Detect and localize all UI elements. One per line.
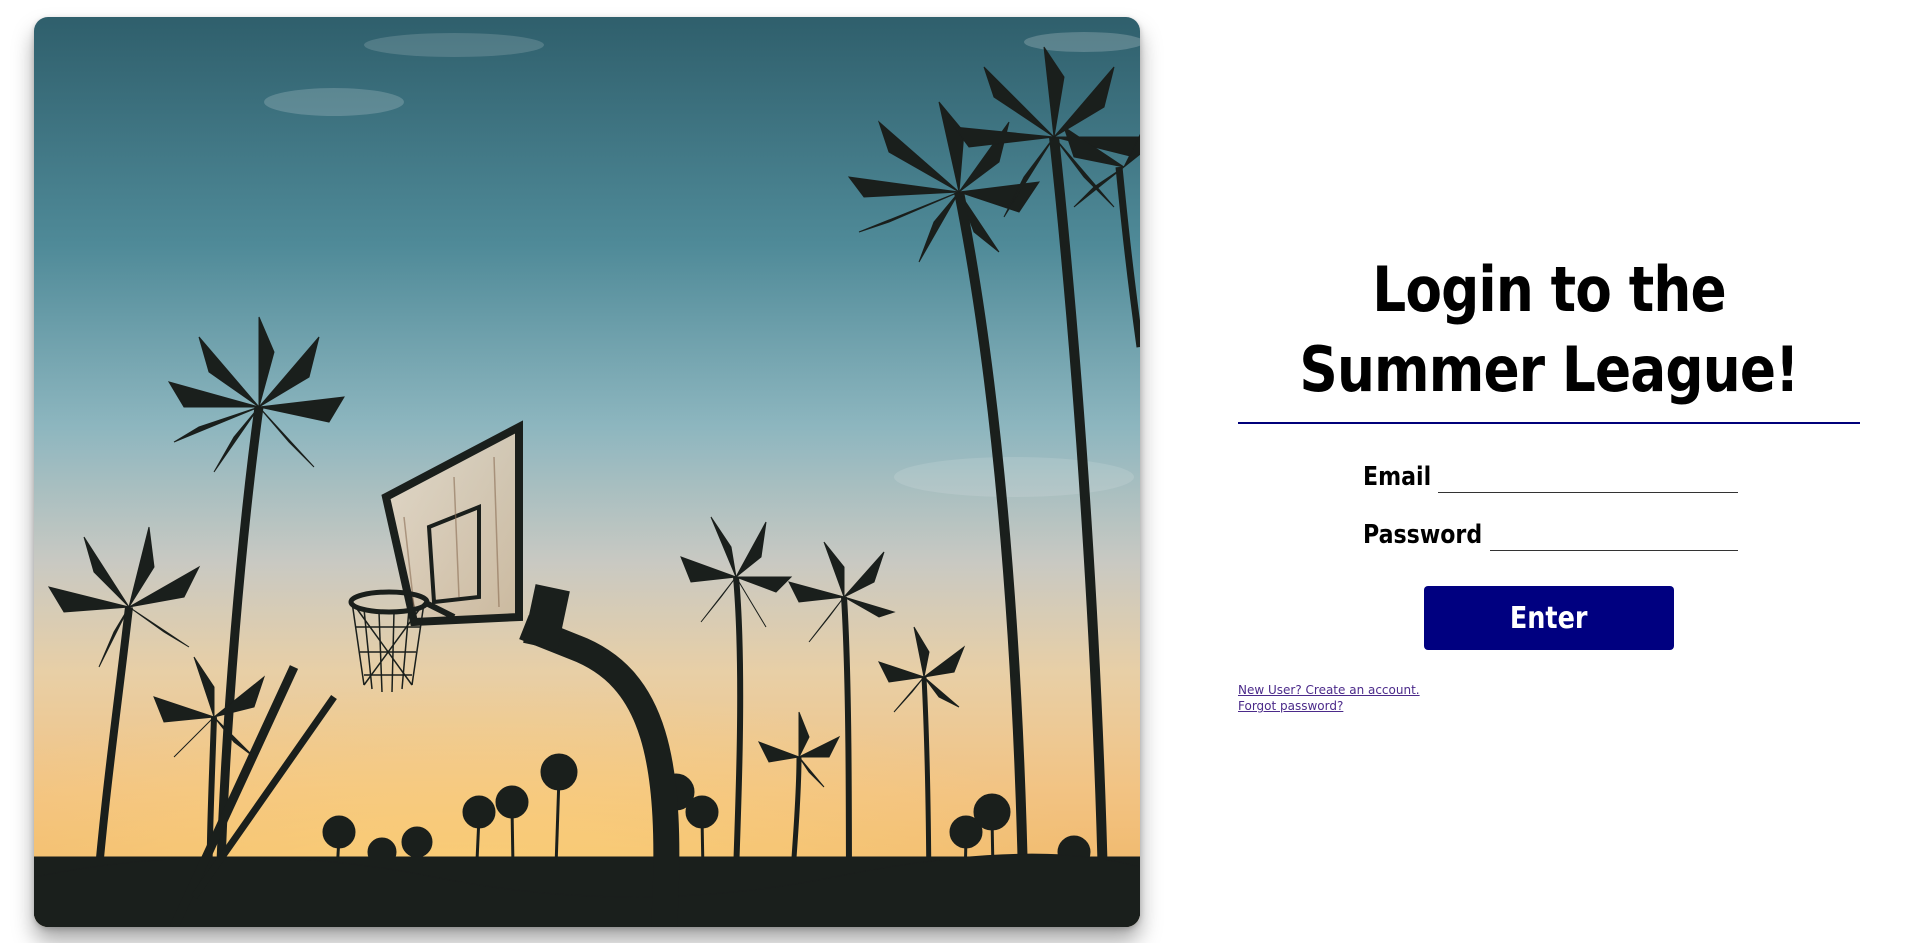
forgot-password-link[interactable]: Forgot password? [1238,698,1343,714]
password-label: Password [1363,520,1483,550]
password-field[interactable] [1490,522,1738,551]
title-divider [1238,422,1860,424]
login-page: Login to the Summer League! Email Passwo… [0,0,1916,943]
email-row: Email [1238,458,1860,500]
enter-button[interactable]: Enter [1424,586,1674,650]
account-links: New User? Create an account. Forgot pass… [1238,682,1860,714]
basketball-sunset-image [34,17,1140,927]
email-label: Email [1363,462,1432,492]
email-field[interactable] [1438,464,1738,493]
page-title: Login to the Summer League! [1299,253,1799,406]
login-panel: Login to the Summer League! Email Passwo… [1238,250,1860,714]
enter-button-label: Enter [1510,600,1588,636]
create-account-link[interactable]: New User? Create an account. [1238,682,1420,698]
password-row: Password [1238,516,1860,558]
hero-image [34,17,1140,927]
